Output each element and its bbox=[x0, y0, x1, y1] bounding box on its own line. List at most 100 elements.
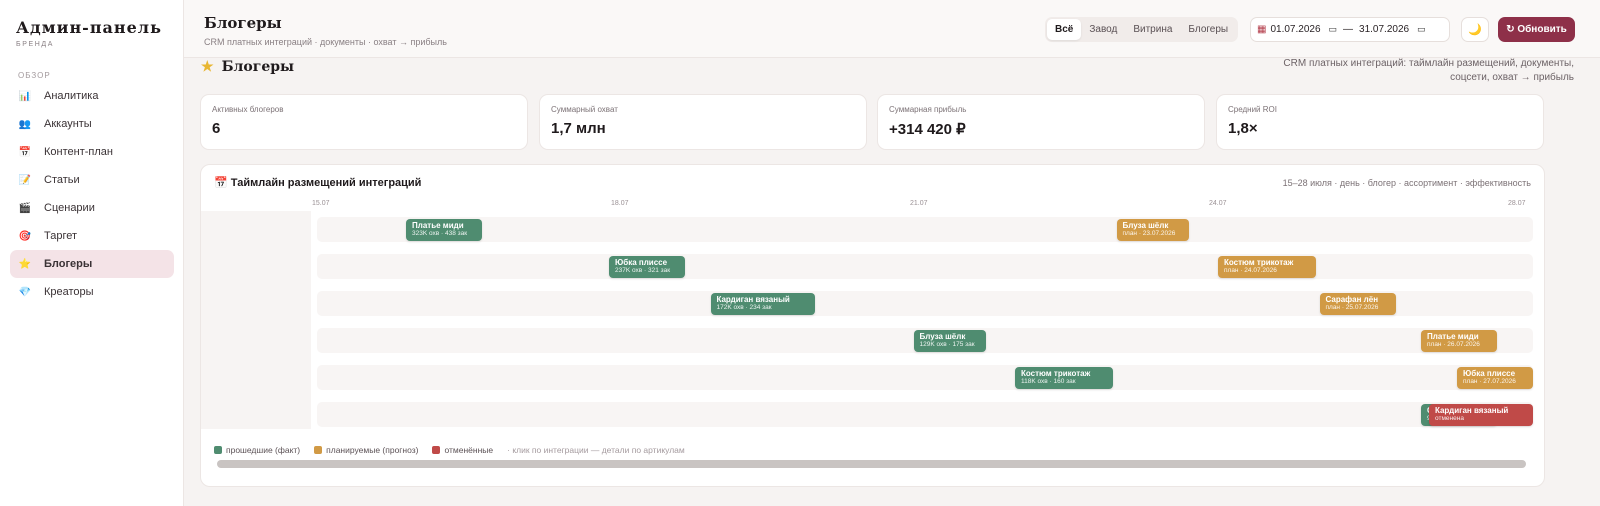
integration-name: Сарафан лён bbox=[1325, 295, 1379, 304]
brand-title: Админ-панель bbox=[16, 18, 162, 37]
sidebar-item-analytics[interactable]: 📊 Аналитика bbox=[10, 82, 174, 110]
section-description: CRM платных интеграций: таймлайн размеще… bbox=[1283, 58, 1574, 83]
integration-bar[interactable]: Блуза шёлк план · 23.07.2026 bbox=[1116, 219, 1189, 241]
timeline-tick-label: 21.07 bbox=[910, 200, 928, 207]
legend-item-cancelled: отменённые bbox=[432, 445, 493, 455]
kpi-value: 1,8× bbox=[1228, 120, 1258, 137]
integration-bar[interactable]: Кардиган вязаный отменена bbox=[1429, 404, 1533, 426]
legend-label: отменённые bbox=[444, 445, 494, 455]
date-from-calendar-icon[interactable]: ▭ bbox=[1329, 24, 1338, 35]
integration-meta: план · 24.07.2026 bbox=[1224, 267, 1277, 274]
star-icon: ★ bbox=[201, 59, 214, 75]
kpi-average-roi: Средний ROI 1,8× bbox=[1216, 94, 1544, 150]
kpi-active-bloggers: Активных блогеров 6 bbox=[200, 94, 528, 150]
integration-bar[interactable]: Костюм трикотаж план · 24.07.2026 bbox=[1218, 256, 1316, 278]
legend-swatch bbox=[314, 446, 323, 454]
timeline-hint: 15–28 июля · день · блогер · ассортимент… bbox=[1282, 178, 1531, 188]
brand: Админ-панель БРЕНДА bbox=[16, 18, 162, 48]
sidebar-item-target[interactable]: 🎯 Таргет bbox=[10, 222, 174, 250]
integration-name: Блуза шёлк bbox=[1122, 221, 1169, 230]
kpi-total-reach: Суммарный охват 1,7 млн bbox=[539, 94, 867, 150]
timeline-legend: прошедшие (факт) планируемые (прогноз) о… bbox=[214, 445, 685, 455]
sidebar-item-label: Контент-план bbox=[44, 146, 113, 158]
sidebar-item-label: Аналитика bbox=[44, 90, 99, 102]
sidebar-item-creators[interactable]: 💎 Креаторы bbox=[10, 278, 174, 306]
timeline-tick-label: 18.07 bbox=[611, 200, 629, 207]
sidebar-item-label: Блогеры bbox=[44, 258, 93, 270]
target-icon: 🎯 bbox=[18, 230, 32, 242]
filter-showcase-button[interactable]: Витрина bbox=[1125, 19, 1180, 40]
kpi-label: Суммарный охват bbox=[551, 105, 618, 114]
integration-meta: 323K охв · 438 зак bbox=[412, 230, 468, 237]
timeline-horizontal-scrollbar[interactable] bbox=[217, 460, 1526, 468]
star-icon: ⭐ bbox=[18, 258, 32, 270]
chart-icon: 📊 bbox=[18, 90, 32, 102]
date-separator: — bbox=[1343, 24, 1354, 35]
timeline-lane bbox=[317, 217, 1533, 242]
section-title-text: Блогеры bbox=[221, 59, 295, 75]
timeline-tick-label: 28.07 bbox=[1508, 200, 1526, 207]
date-to-calendar-icon[interactable]: ▭ bbox=[1417, 24, 1426, 35]
integration-name: Юбка плиссе bbox=[615, 258, 668, 267]
top-bar: Блогеры CRM платных интеграций · докумен… bbox=[184, 0, 1600, 58]
integration-meta: план · 25.07.2026 bbox=[1325, 304, 1379, 311]
integration-name: Платье миди bbox=[412, 221, 464, 230]
moon-icon: 🌙 bbox=[1468, 24, 1482, 36]
timeline-card: 📅 Таймлайн размещений интеграций 15–28 и… bbox=[200, 164, 1545, 487]
sidebar-item-scenarios[interactable]: 🎬 Сценарии bbox=[10, 194, 174, 222]
integration-name: Костюм трикотаж bbox=[1021, 369, 1091, 378]
legend-swatch bbox=[214, 446, 222, 454]
date-range-picker: ▦ 01.07.2026 ▭ — 31.07.2026 ▭ bbox=[1250, 17, 1450, 42]
integration-meta: план · 23.07.2026 bbox=[1122, 230, 1176, 237]
calendar-icon: 📅 bbox=[18, 146, 32, 158]
integration-meta: 237K охв · 321 зак bbox=[615, 267, 671, 274]
page-title: Блогеры bbox=[204, 14, 282, 32]
timeline-lane bbox=[317, 254, 1533, 279]
integration-name: Кардиган вязаный bbox=[1435, 406, 1509, 415]
clapper-icon: 🎬 bbox=[18, 202, 32, 214]
sidebar-item-label: Таргет bbox=[44, 230, 78, 242]
users-icon: 👥 bbox=[18, 118, 32, 130]
refresh-button[interactable]: ↻ Обновить bbox=[1498, 17, 1575, 42]
filter-all-button[interactable]: Всё bbox=[1047, 19, 1082, 40]
integration-bar[interactable]: Юбка плиссе план · 27.07.2026 bbox=[1457, 367, 1533, 389]
date-to-input[interactable]: 31.07.2026 bbox=[1359, 24, 1409, 35]
timeline-axis: 15.07 18.07 21.07 24.07 28.07 bbox=[201, 200, 1544, 212]
integration-bar[interactable]: Кардиган вязаный 172K охв · 234 зак bbox=[710, 293, 815, 315]
sidebar-item-bloggers[interactable]: ⭐ Блогеры bbox=[10, 250, 174, 278]
scope-filter: Всё Завод Витрина Блогеры bbox=[1045, 17, 1239, 42]
sidebar-item-content-plan[interactable]: 📅 Контент-план bbox=[10, 138, 174, 166]
integration-bar[interactable]: Платье миди 323K охв · 438 зак bbox=[406, 219, 482, 241]
kpi-value: +314 420 ₽ bbox=[889, 121, 966, 138]
legend-item-past: прошедшие (факт) bbox=[214, 445, 300, 455]
integration-name: Юбка плиссе bbox=[1463, 369, 1516, 378]
kpi-label: Средний ROI bbox=[1228, 105, 1277, 114]
timeline-row-labels bbox=[201, 211, 311, 429]
integration-bar[interactable]: Платье миди план · 26.07.2026 bbox=[1421, 330, 1497, 352]
theme-toggle-button[interactable]: 🌙 bbox=[1461, 17, 1489, 42]
kpi-label: Активных блогеров bbox=[212, 105, 284, 114]
integration-bar[interactable]: Блуза шёлк 129K охв · 175 зак bbox=[913, 330, 986, 352]
legend-label: прошедшие (факт) bbox=[226, 445, 301, 455]
integration-bar[interactable]: Сарафан лён план · 25.07.2026 bbox=[1319, 293, 1396, 315]
kpi-total-profit: Суммарная прибыль +314 420 ₽ bbox=[877, 94, 1205, 150]
gem-icon: 💎 bbox=[18, 286, 32, 298]
kpi-value: 6 bbox=[212, 120, 221, 137]
legend-note: · клик по интеграции — детали по артикул… bbox=[507, 445, 685, 455]
nav-section-label: ОБЗОР bbox=[18, 71, 51, 80]
integration-meta: план · 26.07.2026 bbox=[1427, 341, 1480, 348]
brand-subtitle: БРЕНДА bbox=[16, 41, 54, 48]
timeline-tick-label: 24.07 bbox=[1209, 200, 1227, 207]
sidebar-item-label: Креаторы bbox=[44, 286, 94, 298]
integration-bar[interactable]: Юбка плиссе 237K охв · 321 зак bbox=[609, 256, 685, 278]
sidebar-item-articles[interactable]: 📝 Статьи bbox=[10, 166, 174, 194]
calendar-icon: ▦ bbox=[1257, 24, 1267, 35]
filter-bloggers-button[interactable]: Блогеры bbox=[1180, 19, 1236, 40]
sidebar-item-accounts[interactable]: 👥 Аккаунты bbox=[10, 110, 174, 138]
timeline-lane bbox=[317, 365, 1533, 390]
date-from-input[interactable]: 01.07.2026 bbox=[1270, 24, 1320, 35]
integration-name: Кардиган вязаный bbox=[716, 295, 790, 304]
filter-factory-button[interactable]: Завод bbox=[1081, 19, 1125, 40]
integration-name: Костюм трикотаж bbox=[1224, 258, 1294, 267]
integration-bar[interactable]: Костюм трикотаж 118K охв · 160 зак bbox=[1015, 367, 1113, 389]
